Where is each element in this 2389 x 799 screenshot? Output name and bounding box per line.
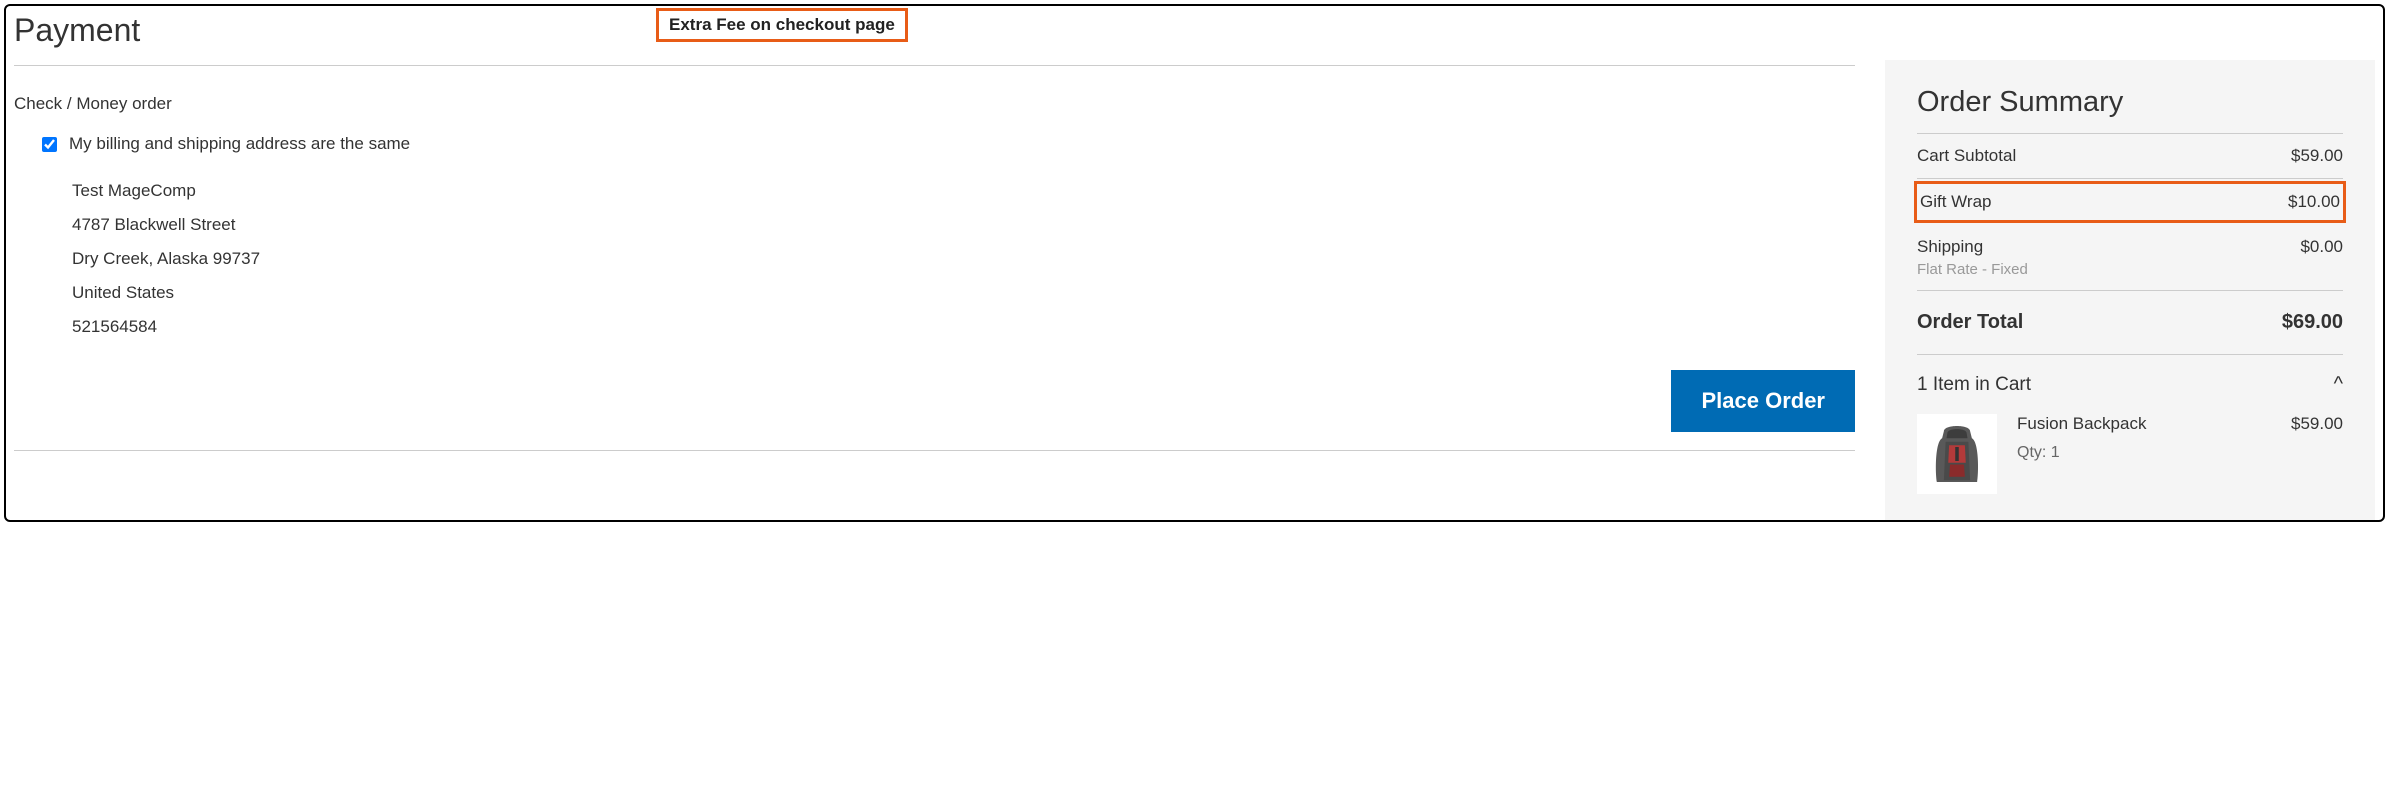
product-thumbnail <box>1917 414 1997 494</box>
summary-value: $59.00 <box>2291 146 2343 166</box>
divider <box>14 450 1855 451</box>
product-price: $59.00 <box>2291 414 2343 462</box>
address-name: Test MageComp <box>72 174 1855 208</box>
summary-value: $10.00 <box>2288 192 2340 212</box>
address-city-region-zip: Dry Creek, Alaska 99737 <box>72 242 1855 276</box>
place-order-button[interactable]: Place Order <box>1671 370 1855 432</box>
total-value: $69.00 <box>2282 311 2343 334</box>
summary-row-subtotal: Cart Subtotal $59.00 <box>1917 134 2343 179</box>
address-phone: 521564584 <box>72 310 1855 344</box>
summary-row-giftwrap: Gift Wrap $10.00 <box>1914 181 2346 223</box>
address-country: United States <box>72 276 1855 310</box>
payment-section: Payment Check / Money order My billing a… <box>14 12 1855 520</box>
qty-label: Qty: <box>2017 444 2046 461</box>
summary-row-total: Order Total $69.00 <box>1917 291 2343 355</box>
billing-same-label: My billing and shipping address are the … <box>69 134 410 154</box>
summary-label: Shipping <box>1917 237 1983 256</box>
cart-item: Fusion Backpack Qty: 1 $59.00 <box>1917 410 2343 494</box>
order-summary: Order Summary Cart Subtotal $59.00 Gift … <box>1885 60 2375 520</box>
summary-sublabel: Flat Rate - Fixed <box>1917 261 2028 278</box>
summary-label: Gift Wrap <box>1920 192 1991 212</box>
product-name: Fusion Backpack <box>2017 414 2146 434</box>
summary-value: $0.00 <box>2300 237 2343 278</box>
order-summary-title: Order Summary <box>1917 86 2343 134</box>
qty-value: 1 <box>2051 444 2060 461</box>
summary-label: Cart Subtotal <box>1917 146 2016 166</box>
cart-items-toggle[interactable]: 1 Item in Cart ^ <box>1917 355 2343 410</box>
address-street: 4787 Blackwell Street <box>72 208 1855 242</box>
billing-address: Test MageComp 4787 Blackwell Street Dry … <box>72 174 1855 344</box>
chevron-up-icon: ^ <box>2334 373 2343 396</box>
billing-same-checkbox[interactable] <box>42 137 57 152</box>
cart-toggle-label: 1 Item in Cart <box>1917 374 2031 396</box>
page-title: Payment <box>14 12 1855 49</box>
summary-row-shipping: Shipping Flat Rate - Fixed $0.00 <box>1917 225 2343 291</box>
divider <box>14 65 1855 66</box>
backpack-icon <box>1922 419 1992 489</box>
payment-method-title: Check / Money order <box>14 94 1855 114</box>
total-label: Order Total <box>1917 311 2023 334</box>
